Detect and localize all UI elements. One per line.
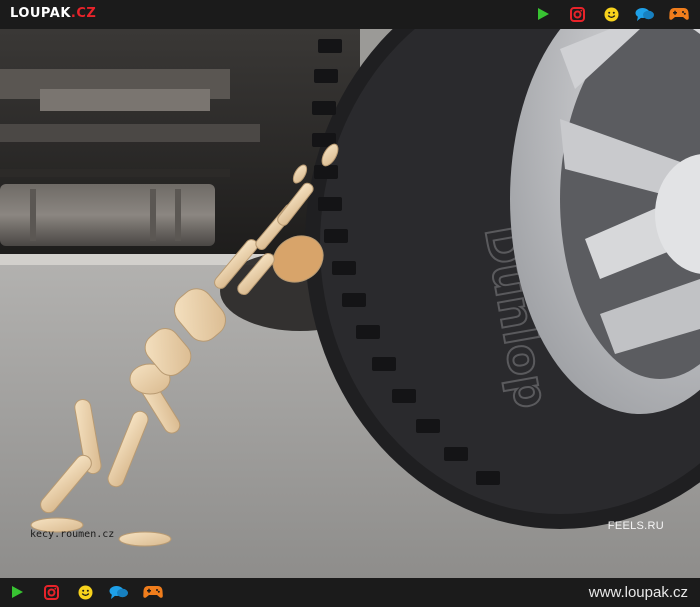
top-bar: LOUPAK.CZ [0,0,700,29]
instagram-icon[interactable] [566,4,588,24]
bottom-icon-row [6,582,164,602]
bottom-bar: www.loupak.cz [0,578,700,607]
smiley-icon[interactable] [600,4,622,24]
watermark-right: FEELS.RU [607,520,664,532]
watermark-left: kecy.roumen.cz [30,529,115,540]
photo-illustration: Dunlop [0,29,700,578]
main-photo: Dunlop kecy.roumen.cz FEELS.RU [0,29,700,578]
site-url[interactable]: www.loupak.cz [589,584,688,601]
logo-accent-text: .CZ [70,6,97,21]
logo-text: LOUPAK [10,6,71,21]
instagram-icon[interactable] [40,582,62,602]
chat-icon[interactable] [108,582,130,602]
smiley-icon[interactable] [74,582,96,602]
play-icon[interactable] [6,582,28,602]
top-icon-row [532,4,690,24]
chat-icon[interactable] [634,4,656,24]
gamepad-icon[interactable] [142,582,164,602]
site-logo[interactable]: LOUPAK.CZ [10,6,96,21]
gamepad-icon[interactable] [668,4,690,24]
play-icon[interactable] [532,4,554,24]
